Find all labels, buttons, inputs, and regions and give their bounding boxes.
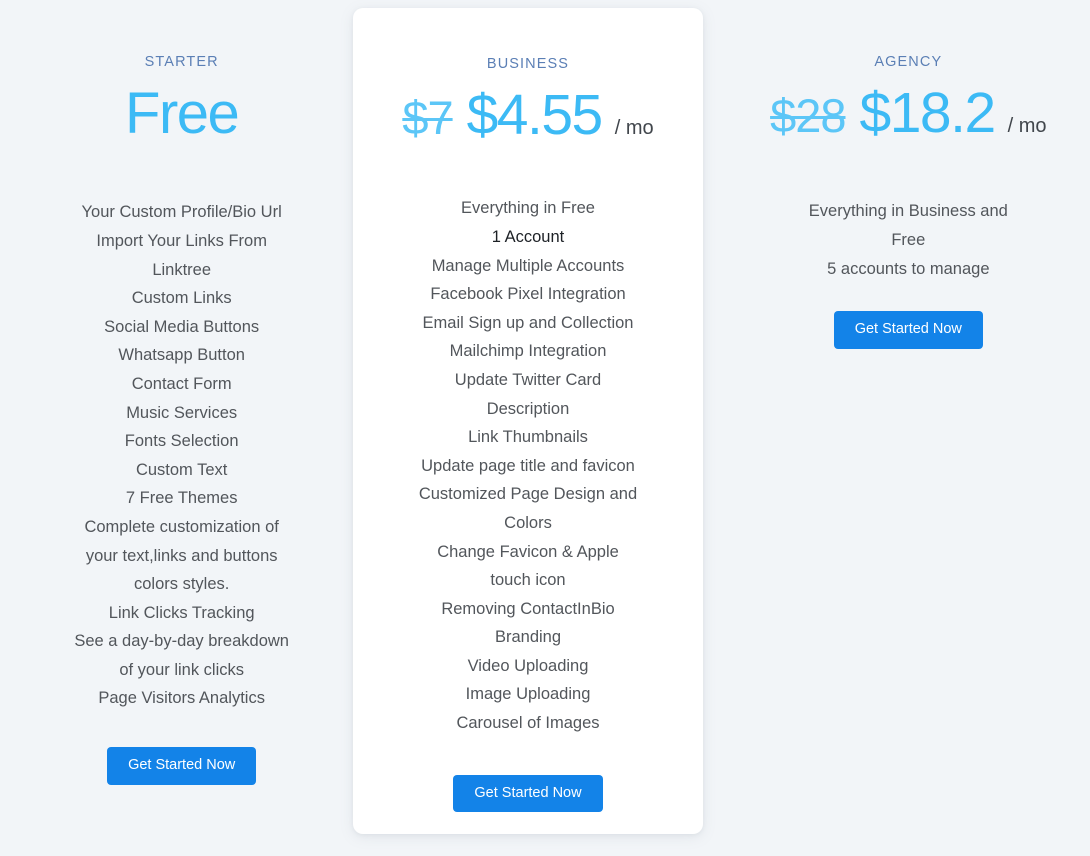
old-price-business: $7 (402, 91, 453, 145)
feature-item: Free (891, 230, 926, 249)
plan-label-starter: STARTER (144, 54, 219, 70)
feature-item: Contact Form (131, 374, 232, 393)
feature-item: Customized Page Design and (418, 485, 638, 504)
pricing-table: STARTER Free Your Custom Profile/Bio Url… (0, 0, 1090, 856)
cta-wrap-agency: Get Started Now (727, 311, 1090, 349)
feature-item: Custom Links (131, 289, 232, 308)
pricing-plan-agency: AGENCY $28 $18.2 / mo Everything in Busi… (727, 0, 1090, 349)
feature-item: Whatsapp Button (118, 346, 245, 365)
cta-wrap-business: Get Started Now (353, 774, 703, 813)
feature-item: Email Sign up and Collection (422, 313, 634, 332)
feature-item: Mailchimp Integration (449, 342, 607, 361)
feature-item: Colors (504, 513, 552, 532)
feature-item: Manage Multiple Accounts (431, 256, 625, 275)
feature-item: colors styles. (133, 575, 230, 594)
get-started-button-business[interactable]: Get Started Now (453, 774, 603, 813)
feature-item: 7 Free Themes (125, 489, 238, 508)
get-started-button-starter[interactable]: Get Started Now (107, 747, 257, 785)
feature-list-starter: Your Custom Profile/Bio Url Import Your L… (0, 198, 363, 713)
feature-item: Page Visitors Analytics (98, 689, 265, 708)
plan-price-starter: Free (0, 85, 363, 143)
plan-label-agency: AGENCY (874, 54, 943, 70)
feature-item: touch icon (490, 571, 566, 590)
feature-item: Facebook Pixel Integration (430, 285, 626, 304)
feature-list-agency: Everything in Business and Free 5 accounts… (727, 197, 1090, 283)
pricing-plan-business: BUSINESS $7 $4.55 / mo Everything in Fre… (353, 8, 703, 834)
plan-price-agency: $28 $18.2 / mo (727, 85, 1090, 142)
feature-item: Image Uploading (465, 685, 591, 704)
price-amount-agency: $18.2 (859, 81, 997, 146)
feature-item: Complete customization of (84, 517, 279, 536)
feature-item: See a day-by-day breakdown (74, 632, 289, 651)
feature-item: Music Services (126, 403, 238, 422)
feature-item: Social Media Buttons (104, 317, 260, 336)
feature-item: Carousel of Images (456, 714, 600, 733)
plan-price-business: $7 $4.55 / mo (353, 87, 703, 144)
feature-item: Update Twitter Card (454, 370, 602, 389)
feature-item: Branding (494, 628, 562, 647)
feature-item: Linktree (152, 260, 212, 279)
price-amount-starter: Free (125, 81, 240, 147)
feature-item: Import Your Links From (96, 231, 267, 250)
feature-item: your text,links and buttons (85, 546, 278, 565)
feature-item: Fonts Selection (124, 432, 239, 451)
feature-item: Update page title and favicon (421, 456, 635, 475)
feature-item: Custom Text (135, 460, 228, 479)
feature-item: Everything in Business and (808, 202, 1008, 221)
plan-label-business: BUSINESS (486, 56, 570, 72)
feature-item: Link Thumbnails (468, 428, 588, 447)
pricing-plan-starter: STARTER Free Your Custom Profile/Bio Url… (0, 0, 363, 785)
price-period-agency: / mo (1007, 115, 1047, 138)
feature-item: Description (486, 399, 570, 418)
feature-item: 5 accounts to manage (827, 259, 990, 278)
feature-list-business: Everything in Free 1 Account Manage Multip… (353, 194, 703, 737)
feature-item: Change Favicon & Apple (437, 542, 619, 561)
cta-wrap-starter: Get Started Now (0, 747, 363, 785)
feature-item: Video Uploading (467, 656, 589, 675)
feature-item: of your link clicks (119, 660, 245, 679)
price-amount-business: $4.55 (466, 83, 604, 148)
get-started-button-agency[interactable]: Get Started Now (833, 311, 983, 349)
feature-item: Removing ContactInBio (441, 599, 615, 618)
feature-item: Your Custom Profile/Bio Url (81, 203, 282, 222)
price-period-business: / mo (614, 117, 654, 140)
feature-item: Everything in Free (461, 199, 595, 218)
feature-item: 1 Account (491, 227, 565, 246)
old-price-agency: $28 (770, 89, 846, 143)
feature-item: Link Clicks Tracking (108, 603, 255, 622)
